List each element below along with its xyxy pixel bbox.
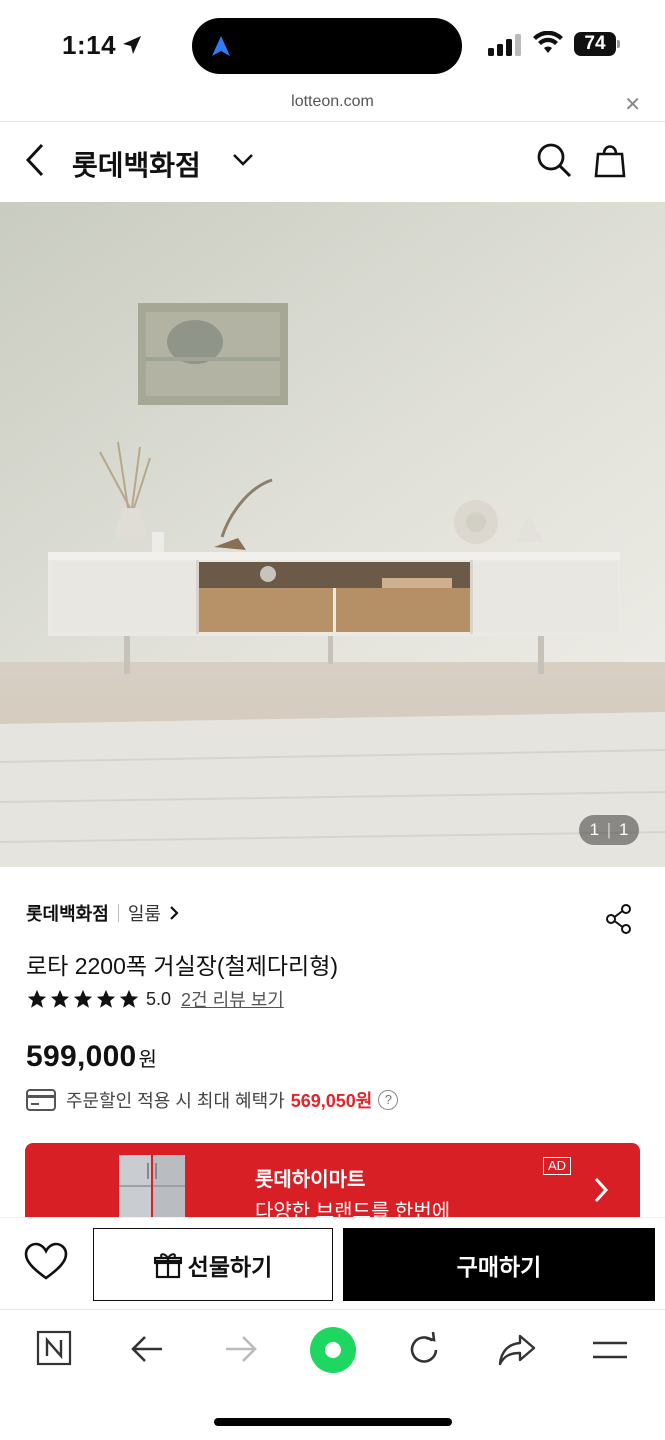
purchase-bar: 선물하기 구매하기 — [0, 1217, 665, 1309]
reviews-link[interactable]: 2건 리뷰 보기 — [181, 986, 284, 1012]
ad-badge: AD — [543, 1157, 572, 1175]
share-arrow-icon[interactable] — [498, 1334, 536, 1366]
navigation-arrow-icon — [212, 36, 230, 56]
star-icon — [73, 989, 93, 1008]
card-icon — [26, 1089, 56, 1111]
menu-icon[interactable] — [592, 1340, 628, 1360]
store-title[interactable]: 롯데백화점 — [72, 144, 201, 184]
green-dot-icon[interactable] — [309, 1326, 357, 1374]
battery-level: 74 — [584, 33, 606, 54]
heart-icon[interactable] — [24, 1242, 68, 1282]
arrow-left-icon[interactable] — [130, 1334, 164, 1364]
star-icon — [27, 989, 47, 1008]
status-bar: 1:14 74 — [0, 0, 665, 90]
star-icon — [96, 989, 116, 1008]
image-counter-total: 1 — [618, 820, 629, 839]
shopping-bag-icon[interactable] — [594, 140, 626, 178]
product-photo — [0, 202, 665, 867]
arrow-right-icon — [226, 1336, 257, 1362]
image-counter-current: 1 — [589, 820, 600, 839]
naver-n-icon[interactable] — [36, 1330, 72, 1366]
star-icon — [50, 989, 70, 1008]
benefit-price: 569,050원 — [290, 1091, 373, 1111]
wifi-icon — [533, 31, 563, 53]
price-value: 599,000 — [26, 1040, 137, 1073]
product-price: 599,000 원 — [26, 1040, 157, 1074]
battery-indicator: 74 — [574, 32, 620, 56]
ad-subtitle: 다양한 브랜드를 한번에 — [255, 1201, 451, 1217]
cellular-signal-icon — [488, 34, 521, 56]
brand-name[interactable]: 일룸 — [128, 900, 161, 926]
ad-title: 롯데하이마트 — [255, 1169, 366, 1191]
store-name[interactable]: 롯데백화점 — [26, 900, 109, 926]
page-header: 롯데백화점 — [0, 122, 665, 202]
back-icon[interactable] — [22, 142, 50, 178]
buy-button[interactable]: 구매하기 — [343, 1228, 655, 1301]
chevron-down-icon[interactable] — [232, 153, 254, 167]
gift-button[interactable]: 선물하기 — [93, 1228, 333, 1301]
benefit-text: 주문할인 적용 시 최대 혜택가 — [66, 1091, 285, 1111]
rating-score: 5.0 — [146, 988, 172, 1009]
help-icon[interactable]: ? — [378, 1090, 399, 1110]
star-icon — [119, 989, 139, 1008]
gift-icon — [153, 1252, 182, 1278]
star-rating — [26, 988, 140, 1010]
close-icon[interactable]: ✕ — [624, 92, 641, 117]
chevron-right-icon[interactable] — [593, 1176, 609, 1204]
url-text[interactable]: lotteon.com — [0, 93, 665, 111]
reload-icon[interactable] — [406, 1332, 442, 1368]
divider — [117, 904, 119, 922]
url-bar[interactable]: lotteon.com ✕ — [0, 88, 665, 122]
brand-breadcrumb[interactable]: 롯데백화점 일룸 — [26, 900, 179, 926]
benefit-row: 주문할인 적용 시 최대 혜택가 569,050원 ? — [26, 1087, 399, 1113]
image-counter: 1 | 1 — [579, 815, 639, 845]
dynamic-island — [192, 18, 462, 74]
ad-banner[interactable]: 롯데하이마트 다양한 브랜드를 한번에 AD — [25, 1143, 640, 1217]
search-icon[interactable] — [536, 142, 572, 178]
buy-button-label: 구매하기 — [456, 1253, 542, 1280]
home-indicator — [214, 1418, 452, 1426]
product-image[interactable]: 1 | 1 — [0, 202, 665, 867]
share-icon[interactable] — [605, 904, 633, 934]
chevron-right-icon[interactable] — [169, 905, 179, 921]
refrigerator-image — [119, 1155, 185, 1217]
gift-button-label: 선물하기 — [187, 1253, 273, 1280]
product-name: 로타 2200폭 거실장(철제다리형) — [26, 953, 339, 979]
price-unit: 원 — [138, 1049, 158, 1071]
rating-row: 5.0 2건 리뷰 보기 — [26, 986, 284, 1012]
location-arrow-icon — [123, 36, 141, 54]
status-time: 1:14 — [62, 30, 117, 60]
